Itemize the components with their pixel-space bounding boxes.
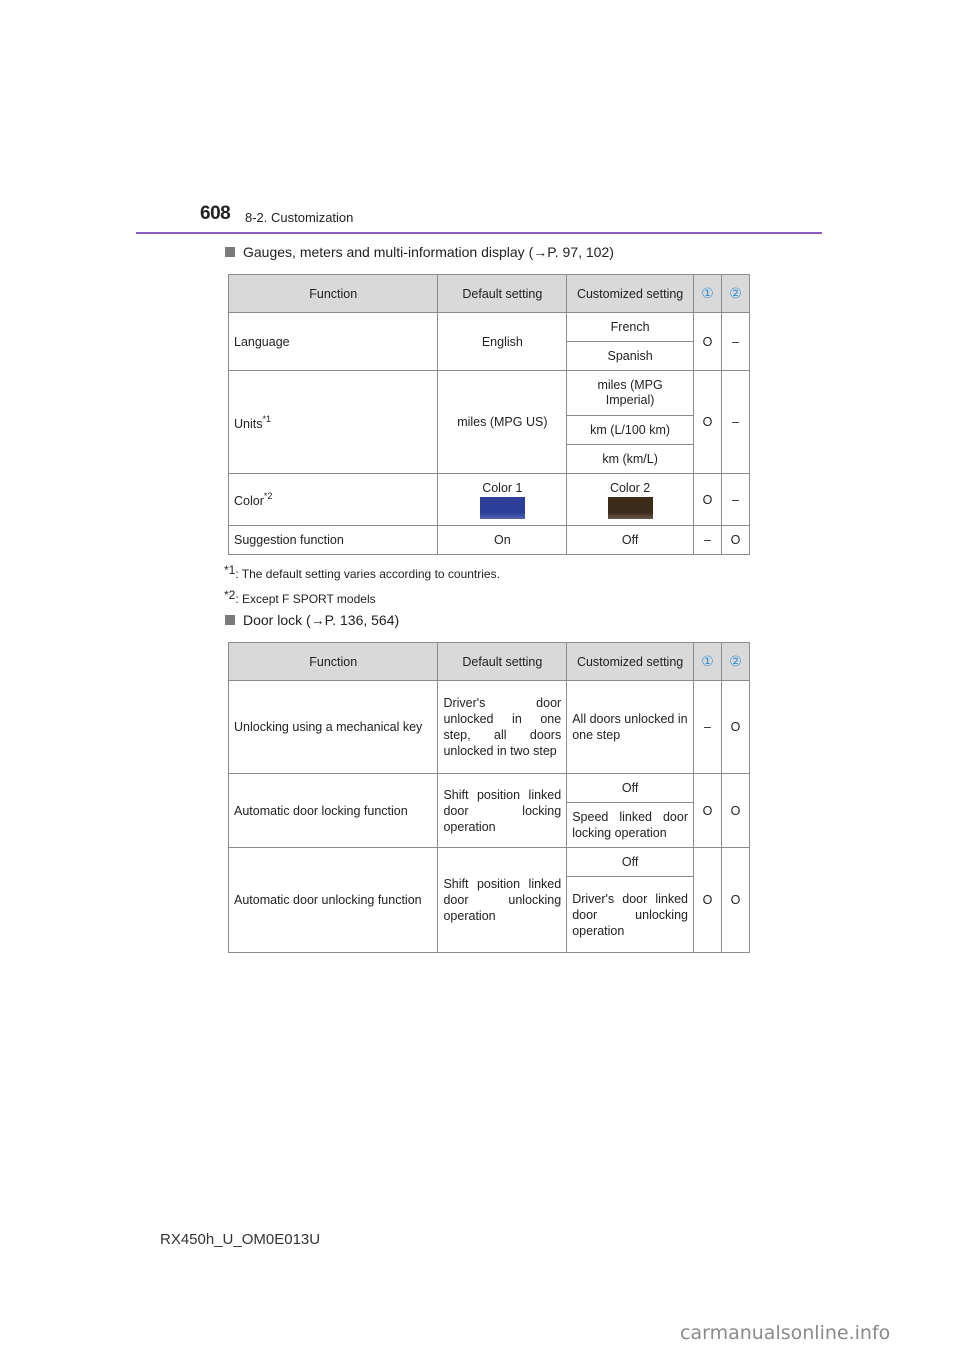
customized-cell: Color 2 xyxy=(566,473,695,526)
bullet-square-icon xyxy=(225,615,235,625)
footnote-2: *2: Except F SPORT models xyxy=(224,588,376,606)
color-1-label: Color 1 xyxy=(482,480,523,495)
customized-cell: Off xyxy=(566,773,694,803)
door-lock-heading: Door lock (→P. 136, 564) xyxy=(225,612,399,628)
watermark-link[interactable]: carmanualsonline.info xyxy=(680,1322,890,1344)
color-2-label: Color 2 xyxy=(609,480,651,495)
function-cell: Automatic door unlocking function xyxy=(227,847,439,953)
customized-cell: km (km/L) xyxy=(566,444,695,474)
function-text: Color xyxy=(234,494,264,508)
table-header-row: Function Default setting Customized sett… xyxy=(227,274,751,313)
color-2-swatch xyxy=(607,496,653,519)
function-cell: Units*1 xyxy=(227,370,439,474)
door-lock-settings-table: Function Default setting Customized sett… xyxy=(227,642,751,953)
page-number: 608 xyxy=(200,203,231,224)
function-text: Units xyxy=(234,416,263,431)
function-cell: Color*2 xyxy=(227,473,439,526)
col2-cell: – xyxy=(720,370,751,474)
customized-cell: French xyxy=(566,312,695,342)
footnote-ref: *1 xyxy=(262,413,271,424)
col1-cell: – xyxy=(693,525,722,555)
default-cell: English xyxy=(437,312,568,371)
table-row: Language English French O – xyxy=(227,312,751,371)
col1-cell: – xyxy=(693,680,722,774)
col2-cell: O xyxy=(720,680,751,774)
col-1-icon: ① xyxy=(693,642,722,681)
col1-cell: O xyxy=(693,847,722,953)
col-default: Default setting xyxy=(437,274,568,313)
default-cell: Shift position linked door unlocking ope… xyxy=(437,847,568,953)
col-customized: Customized setting xyxy=(566,274,695,313)
table-row: Unlocking using a mechanical key Driver'… xyxy=(227,680,751,774)
bullet-square-icon xyxy=(225,247,235,257)
customized-cell: Driver's door linked door unlocking oper… xyxy=(566,876,694,953)
default-cell: Shift position linked door locking opera… xyxy=(437,773,568,848)
col1-cell: O xyxy=(693,312,722,371)
function-cell: Unlocking using a mechanical key xyxy=(227,680,439,774)
customized-cell: All doors unlocked in one step xyxy=(566,680,694,774)
col2-cell: – xyxy=(720,312,751,371)
footnote-mark: *1 xyxy=(224,563,236,577)
customized-cell: km (L/100 km) xyxy=(566,415,695,445)
default-cell: Driver's door unlocked in one step, all … xyxy=(437,680,568,774)
table-row: Suggestion function On Off – O xyxy=(227,525,751,555)
table-row: Color*2 Color 1 Color 2 O – xyxy=(227,473,751,526)
gauges-settings-table: Function Default setting Customized sett… xyxy=(227,274,751,555)
function-cell: Language xyxy=(227,312,439,371)
customized-cell: Spanish xyxy=(566,341,695,371)
col-function: Function xyxy=(227,274,439,313)
col2-cell: O xyxy=(720,525,751,555)
col-2-icon: ② xyxy=(720,274,751,313)
table-row: Units*1 miles (MPG US) miles (MPG Imperi… xyxy=(227,370,751,474)
col1-cell: O xyxy=(693,473,722,526)
customized-cell: miles (MPG Imperial) xyxy=(566,370,695,416)
document-code: RX450h_U_OM0E013U xyxy=(160,1231,321,1248)
footnote-ref: *2 xyxy=(263,491,273,501)
header-divider xyxy=(136,232,822,234)
col-customized: Customized setting xyxy=(566,642,694,681)
customized-cell: Off xyxy=(566,847,694,877)
gauges-heading-text: Gauges, meters and multi-information dis… xyxy=(243,244,614,260)
col1-cell: O xyxy=(693,370,722,474)
door-lock-heading-text: Door lock (→P. 136, 564) xyxy=(243,612,400,628)
col2-cell: – xyxy=(720,473,751,526)
col-2-icon: ② xyxy=(720,642,751,681)
footnote-mark: *2 xyxy=(224,588,236,602)
col2-cell: O xyxy=(720,847,751,953)
default-cell: Color 1 xyxy=(437,473,568,526)
customized-cell: Speed linked door locking operation xyxy=(566,802,694,848)
customized-cell: Off xyxy=(566,525,695,555)
function-cell: Suggestion function xyxy=(227,525,439,555)
default-cell: miles (MPG US) xyxy=(437,370,568,474)
footnote-1: *1: The default setting varies according… xyxy=(224,563,500,581)
default-cell: On xyxy=(437,525,568,555)
table-row: Automatic door unlocking function Shift … xyxy=(227,847,751,953)
col-1-icon: ① xyxy=(693,274,722,313)
color-1-swatch xyxy=(479,496,525,519)
function-cell: Automatic door locking function xyxy=(227,773,439,848)
col-function: Function xyxy=(227,642,439,681)
footnote-text: : The default setting varies according t… xyxy=(235,567,500,581)
section-title: 8-2. Customization xyxy=(245,210,354,225)
footnote-text: : Except F SPORT models xyxy=(235,592,376,606)
col2-cell: O xyxy=(720,773,751,848)
col-default: Default setting xyxy=(437,642,568,681)
col1-cell: O xyxy=(693,773,722,848)
table-row: Automatic door locking function Shift po… xyxy=(227,773,751,848)
gauges-heading: Gauges, meters and multi-information dis… xyxy=(225,244,614,260)
table-header-row: Function Default setting Customized sett… xyxy=(227,642,751,681)
